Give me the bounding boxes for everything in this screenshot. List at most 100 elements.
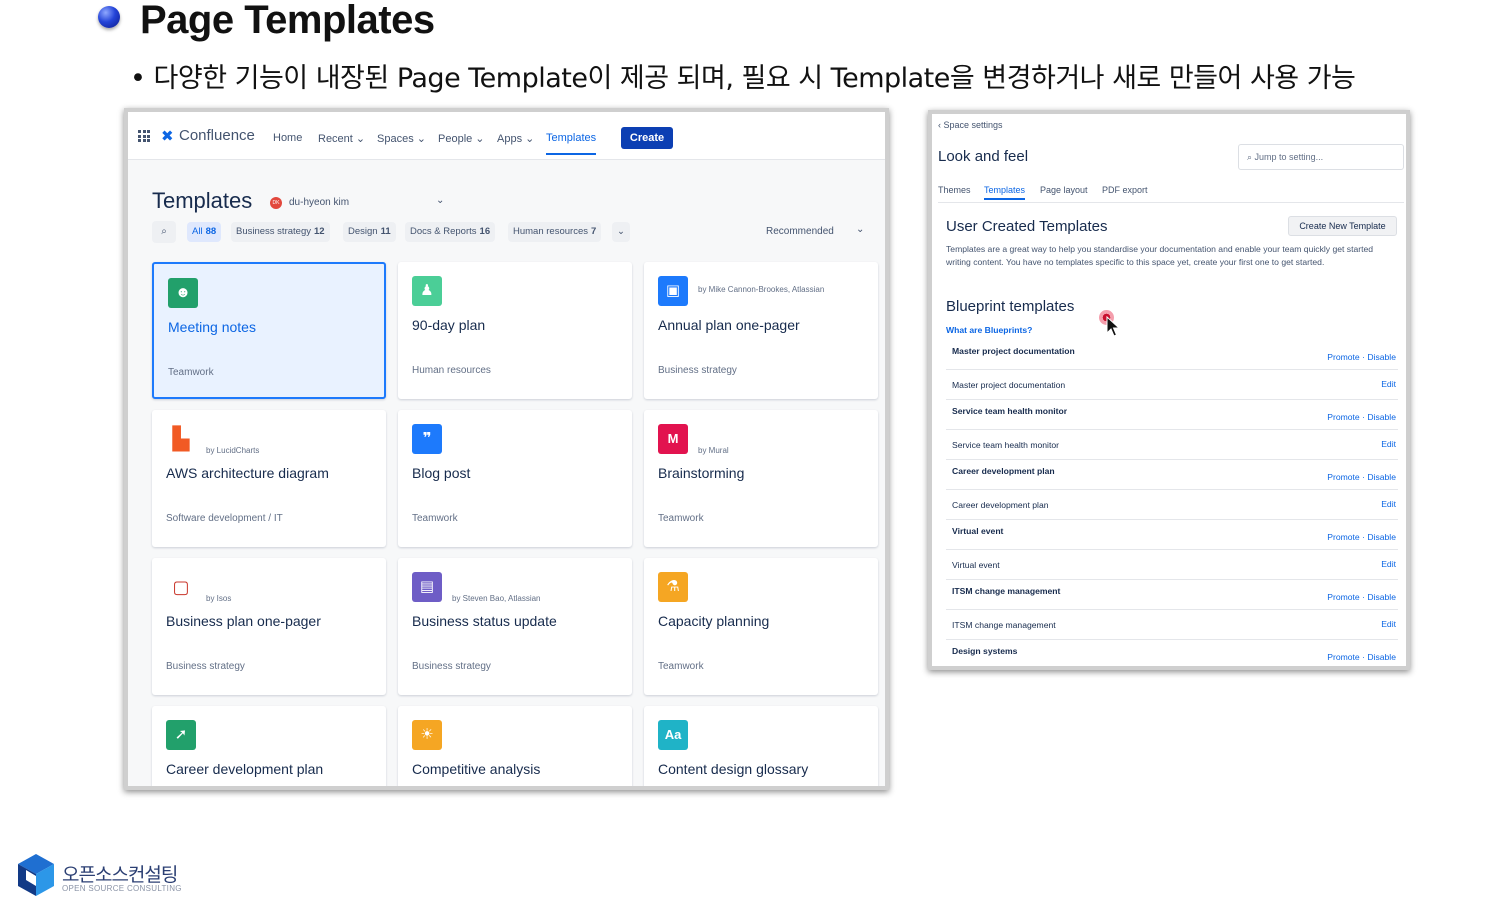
app-switcher-icon[interactable] — [138, 130, 150, 142]
sort-dropdown[interactable]: Recommended — [766, 226, 834, 237]
card-category: Software development / IT — [166, 513, 283, 524]
blueprint-row: Career development plan Promote · Disabl… — [946, 460, 1398, 490]
chip-count: 88 — [205, 226, 217, 237]
card-author: by Mural — [698, 446, 729, 455]
nav-people[interactable]: People ⌄ — [438, 132, 485, 145]
page-title: Look and feel — [938, 148, 1029, 165]
text-aa-icon: Aa — [658, 720, 688, 750]
edit-link[interactable]: Edit — [1381, 559, 1396, 569]
card-category: Teamwork — [168, 367, 214, 378]
card-category: Teamwork — [412, 513, 458, 524]
nav-spaces[interactable]: Spaces ⌄ — [377, 132, 426, 145]
template-card-annual-plan[interactable]: ▣ by Mike Cannon-Brookes, Atlassian Annu… — [644, 262, 878, 399]
nav-home[interactable]: Home — [273, 132, 302, 144]
blueprint-template-row: Service team health monitor Edit — [946, 430, 1398, 460]
template-name: ITSM change management — [952, 620, 1056, 630]
template-card-90-day-plan[interactable]: ♟ 90-day plan Human resources — [398, 262, 632, 399]
more-filters-chevron-icon[interactable]: ⌄ — [612, 222, 630, 242]
tab-themes[interactable]: Themes — [938, 185, 971, 195]
template-card-brainstorming[interactable]: M by Mural Brainstorming Teamwork — [644, 410, 878, 547]
nav-apps[interactable]: Apps ⌄ — [497, 132, 534, 145]
promote-disable-links[interactable]: Promote · Disable — [1327, 592, 1396, 602]
template-card-capacity-planning[interactable]: ⚗ Capacity planning Teamwork — [644, 558, 878, 695]
template-card-blog-post[interactable]: ❞ Blog post Teamwork — [398, 410, 632, 547]
what-are-blueprints-link[interactable]: What are Blueprints? — [946, 325, 1032, 335]
template-name: Career development plan — [952, 500, 1049, 510]
chevron-down-icon[interactable]: ⌄ — [856, 224, 864, 235]
template-card-meeting-notes[interactable]: ☻ Meeting notes Teamwork — [152, 262, 386, 399]
card-title: 90-day plan — [412, 317, 486, 333]
jump-to-setting-input[interactable]: ⌕ Jump to setting... — [1238, 144, 1404, 170]
card-title: Competitive analysis — [412, 761, 541, 777]
blueprint-row: ITSM change management Promote · Disable — [946, 580, 1398, 610]
person-plan-icon: ♟ — [412, 276, 442, 306]
edit-link[interactable]: Edit — [1381, 619, 1396, 629]
confluence-logo-text[interactable]: Confluence — [179, 127, 255, 144]
blueprint-row: Service team health monitor Promote · Di… — [946, 400, 1398, 430]
promote-disable-links[interactable]: Promote · Disable — [1327, 472, 1396, 482]
template-card-competitive-analysis[interactable]: ☀ Competitive analysis — [398, 706, 632, 786]
search-icon[interactable]: ⌕ — [152, 221, 176, 243]
tab-pdf-export[interactable]: PDF export — [1102, 185, 1148, 195]
card-title: Business status update — [412, 613, 557, 629]
promote-disable-links[interactable]: Promote · Disable — [1327, 412, 1396, 422]
filter-chip-all[interactable]: All 88 — [187, 222, 222, 242]
templates-heading: Templates — [152, 188, 253, 213]
card-category: Human resources — [412, 365, 491, 376]
card-category: Business strategy — [166, 661, 245, 672]
template-card-career-development[interactable]: ➚ Career development plan — [152, 706, 386, 786]
blueprint-templates-heading: Blueprint templates — [946, 298, 1075, 315]
card-category: Teamwork — [658, 661, 704, 672]
promote-disable-links[interactable]: Promote · Disable — [1327, 352, 1396, 362]
filter-chip-business-strategy[interactable]: Business strategy 12 — [231, 222, 330, 242]
blueprint-template-row: Master project documentation Edit — [946, 370, 1398, 400]
filter-chip-docs-reports[interactable]: Docs & Reports 16 — [405, 222, 496, 242]
chip-label: All — [192, 226, 203, 237]
create-button[interactable]: Create — [621, 127, 673, 149]
create-new-template-button[interactable]: Create New Template — [1288, 216, 1397, 236]
edit-link[interactable]: Edit — [1381, 439, 1396, 449]
templates-description: Templates are a great way to help you st… — [946, 244, 1374, 267]
nav-templates[interactable]: Templates — [546, 132, 597, 155]
filter-chip-human-resources[interactable]: Human resources 7 — [508, 222, 602, 242]
back-to-space-settings[interactable]: ‹ Space settings — [938, 120, 1003, 130]
card-title: Business plan one-pager — [166, 613, 321, 629]
search-placeholder: Jump to setting... — [1254, 152, 1324, 162]
nav-recent[interactable]: Recent ⌄ — [318, 132, 365, 145]
card-title: Annual plan one-pager — [658, 317, 800, 333]
bullet-icon — [98, 6, 120, 28]
report-icon: ▤ — [412, 572, 442, 602]
template-card-content-glossary[interactable]: Aa Content design glossary — [644, 706, 878, 786]
confluence-logo-icon[interactable]: ✖ — [161, 127, 174, 145]
slide-title: Page Templates — [140, 0, 435, 42]
chevron-down-icon[interactable]: ⌄ — [436, 195, 444, 206]
mural-icon: M — [658, 424, 688, 454]
template-card-business-plan[interactable]: ▢ by Isos Business plan one-pager Busine… — [152, 558, 386, 695]
company-name-korean: 오픈소스컨설팅 — [62, 864, 178, 886]
card-category: Business strategy — [412, 661, 491, 672]
blueprint-template-row: Virtual event Edit — [946, 550, 1398, 580]
blueprint-template-row: Career development plan Edit — [946, 490, 1398, 520]
arrow-up-icon: ➚ — [166, 720, 196, 750]
quote-icon: ❞ — [412, 424, 442, 454]
filter-chip-design[interactable]: Design 11 — [343, 222, 396, 242]
template-card-aws-architecture[interactable]: ▙ by LucidCharts AWS architecture diagra… — [152, 410, 386, 547]
card-author: by LucidCharts — [206, 446, 260, 455]
user-name[interactable]: du-hyeon kim — [289, 197, 349, 208]
edit-link[interactable]: Edit — [1381, 499, 1396, 509]
user-created-templates-heading: User Created Templates — [946, 218, 1108, 235]
tab-templates[interactable]: Templates — [984, 185, 1026, 200]
back-label: Space settings — [943, 120, 1003, 130]
tab-page-layout[interactable]: Page layout — [1040, 185, 1088, 195]
template-name: Master project documentation — [952, 380, 1066, 390]
promote-disable-links[interactable]: Promote · Disable — [1327, 532, 1396, 542]
promote-disable-links[interactable]: Promote · Disable — [1327, 652, 1396, 662]
edit-link[interactable]: Edit — [1381, 379, 1396, 389]
calendar-icon: ▣ — [658, 276, 688, 306]
chip-count: 12 — [313, 226, 325, 237]
mouse-cursor-icon — [1106, 316, 1120, 337]
chip-label: Design — [348, 226, 378, 237]
blueprint-name: Virtual event — [952, 526, 1004, 536]
beaker-icon: ⚗ — [658, 572, 688, 602]
template-card-business-status[interactable]: ▤ by Steven Bao, Atlassian Business stat… — [398, 558, 632, 695]
